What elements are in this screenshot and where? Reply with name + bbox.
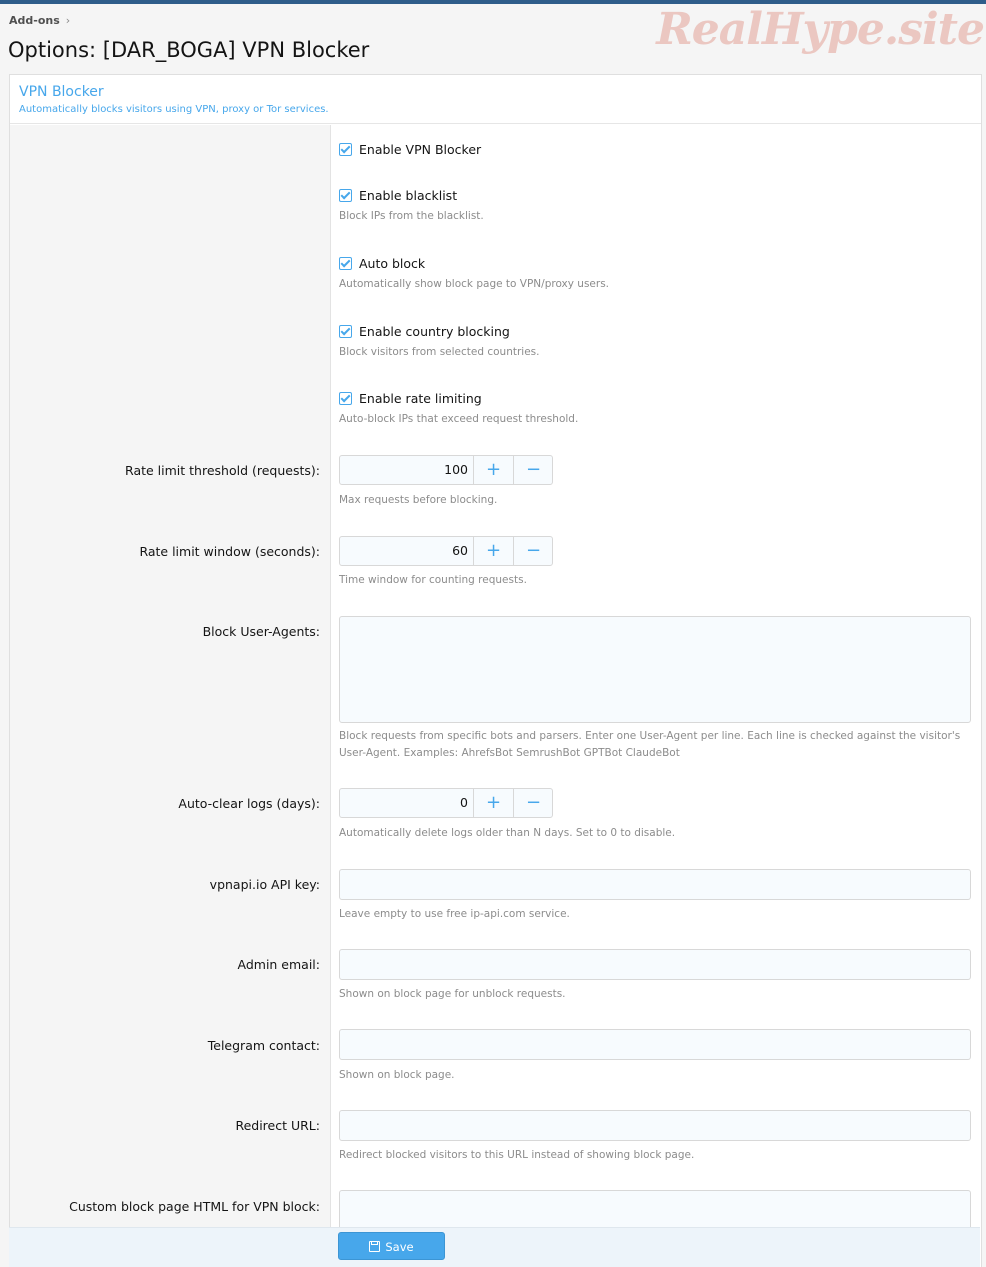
auto-clear-label: Auto-clear logs (days): — [178, 796, 320, 811]
hint-text: Block requests from specific bots and pa… — [339, 728, 960, 762]
checkbox-checked-icon[interactable] — [339, 392, 352, 405]
telegram-label: Telegram contact: — [207, 1038, 320, 1053]
breadcrumb-link-addons[interactable]: Add-ons — [9, 14, 60, 27]
hint-text: Time window for counting requests. — [339, 574, 527, 586]
breadcrumb: Add-ons › — [9, 14, 70, 27]
watermark: RealHype.site — [656, 4, 985, 55]
rate-threshold-stepper[interactable]: 100 + − — [339, 455, 553, 485]
telegram-input[interactable] — [339, 1029, 971, 1060]
plus-icon[interactable]: + — [474, 789, 513, 817]
hint-text: Max requests before blocking. — [339, 494, 498, 506]
plus-icon[interactable]: + — [474, 537, 513, 565]
hint-text: Shown on block page. — [339, 1069, 455, 1081]
custom-html-label: Custom block page HTML for VPN block: — [69, 1199, 320, 1214]
checkbox-label[interactable]: Auto block — [359, 256, 425, 271]
chevron-right-icon: › — [65, 14, 71, 27]
user-agents-label: Block User-Agents: — [202, 624, 320, 639]
hint-text: Auto-block IPs that exceed request thres… — [339, 413, 579, 425]
checkbox-checked-icon[interactable] — [339, 189, 352, 202]
checkbox-enable-rate-limiting[interactable]: Enable rate limiting — [339, 388, 482, 407]
hint-text: Automatically delete logs older than N d… — [339, 827, 676, 839]
save-icon — [369, 1241, 381, 1252]
rate-window-label: Rate limit window (seconds): — [139, 544, 320, 559]
checkbox-label[interactable]: Enable VPN Blocker — [359, 142, 481, 157]
hint-text: Shown on block page for unblock requests… — [339, 988, 566, 1000]
checkbox-label[interactable]: Enable country blocking — [359, 324, 510, 339]
block-title: VPN Blocker — [19, 84, 104, 100]
checkbox-enable-country-blocking[interactable]: Enable country blocking — [339, 321, 510, 340]
hint-line: Block requests from specific bots and pa… — [339, 730, 961, 742]
hint-text: Block visitors from selected countries. — [339, 346, 540, 358]
checkbox-auto-block[interactable]: Auto block — [339, 253, 425, 272]
checkbox-checked-icon[interactable] — [339, 325, 352, 338]
checkbox-checked-icon[interactable] — [339, 257, 352, 270]
admin-email-label: Admin email: — [237, 957, 321, 972]
redirect-url-input[interactable] — [339, 1110, 971, 1141]
checkbox-enable-vpn-blocker[interactable]: Enable VPN Blocker — [339, 139, 481, 158]
api-key-label: vpnapi.io API key: — [209, 877, 320, 892]
hint-text: Leave empty to use free ip-api.com servi… — [339, 908, 570, 920]
checkbox-label[interactable]: Enable rate limiting — [359, 391, 482, 406]
hint-text: Block IPs from the blacklist. — [339, 210, 484, 222]
checkbox-checked-icon[interactable] — [339, 143, 352, 156]
block-description: Automatically blocks visitors using VPN,… — [19, 104, 329, 115]
checkbox-enable-blacklist[interactable]: Enable blacklist — [339, 185, 457, 204]
rate-threshold-label: Rate limit threshold (requests): — [125, 463, 320, 478]
admin-email-input[interactable] — [339, 949, 971, 980]
hint-line: User-Agent. Examples: AhrefsBot SemrushB… — [339, 747, 680, 759]
minus-icon[interactable]: − — [513, 456, 553, 484]
rate-window-stepper[interactable]: 60 + − — [339, 536, 553, 566]
auto-clear-stepper[interactable]: 0 + − — [339, 788, 553, 818]
label-column — [10, 125, 331, 1267]
plus-icon[interactable]: + — [474, 456, 513, 484]
hint-text: Redirect blocked visitors to this URL in… — [339, 1149, 695, 1161]
options-block: VPN Blocker Automatically blocks visitor… — [9, 74, 982, 1267]
page-title: Options: [DAR_BOGA] VPN Blocker — [8, 38, 370, 62]
form-submit-row: Save — [9, 1227, 980, 1267]
block-header: VPN Blocker Automatically blocks visitor… — [10, 75, 981, 124]
save-button-label[interactable]: Save — [385, 1240, 413, 1254]
save-button[interactable]: Save — [338, 1232, 445, 1260]
minus-icon[interactable]: − — [513, 537, 553, 565]
redirect-url-label: Redirect URL: — [235, 1118, 320, 1133]
minus-icon[interactable]: − — [513, 789, 553, 817]
hint-text: Automatically show block page to VPN/pro… — [339, 278, 610, 290]
rate-window-input[interactable]: 60 — [340, 537, 474, 565]
checkbox-label[interactable]: Enable blacklist — [359, 188, 457, 203]
user-agents-textarea[interactable] — [339, 616, 971, 723]
api-key-input[interactable] — [339, 869, 971, 900]
auto-clear-input[interactable]: 0 — [340, 789, 474, 817]
rate-threshold-input[interactable]: 100 — [340, 456, 474, 484]
